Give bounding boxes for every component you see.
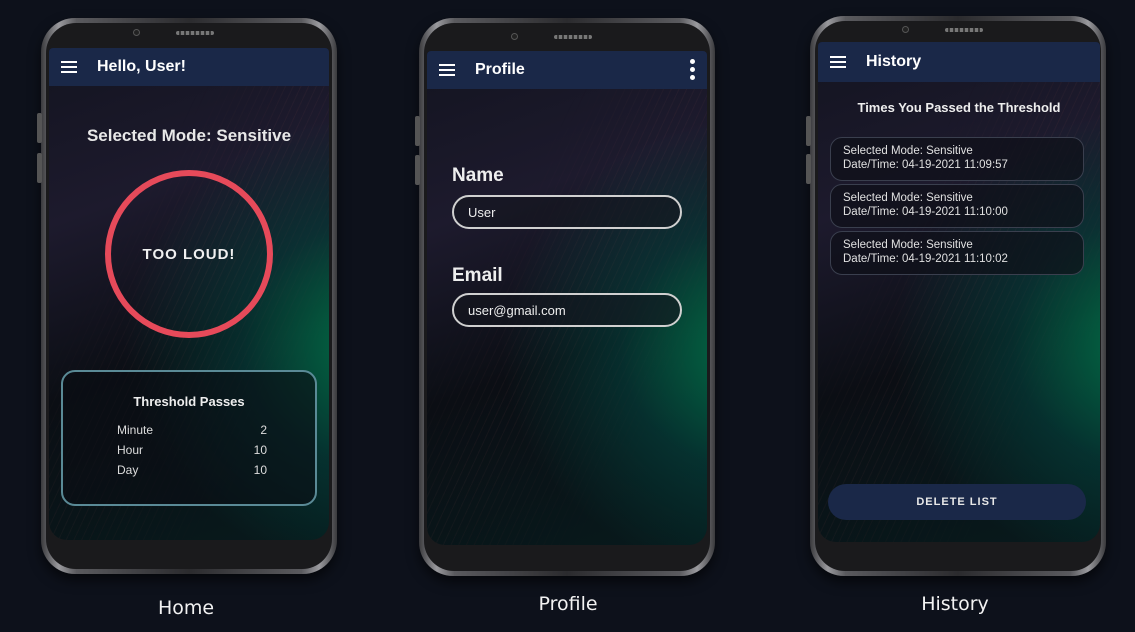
- stats-row: Day 10: [117, 463, 267, 483]
- name-label: Name: [452, 165, 504, 186]
- volume-button: [806, 116, 811, 146]
- history-screen: History Times You Passed the Threshold S…: [818, 42, 1100, 542]
- app-bar: Hello, User!: [49, 48, 329, 86]
- power-button: [37, 153, 42, 183]
- speaker: [176, 31, 214, 35]
- stats-row: Hour 10: [117, 443, 267, 463]
- camera: [133, 29, 140, 36]
- profile-screen: Profile Name User Email user@gmail.com: [427, 51, 707, 545]
- stats-value: 10: [253, 463, 267, 477]
- page-title: Hello, User!: [97, 58, 186, 75]
- history-datetime: Date/Time: 04-19-2021 11:09:57: [843, 159, 1008, 171]
- home-phone: Hello, User! Selected Mode: Sensitive TO…: [37, 18, 337, 574]
- list-item[interactable]: Selected Mode: Sensitive Date/Time: 04-1…: [830, 184, 1084, 228]
- stats-label: Minute: [117, 423, 154, 437]
- page-title: History: [866, 53, 922, 70]
- history-mode: Selected Mode: Sensitive: [843, 192, 973, 204]
- volume-button: [37, 113, 42, 143]
- history-caption: History: [921, 593, 989, 615]
- camera: [902, 26, 909, 33]
- stats-value: 10: [253, 443, 267, 457]
- stats-label: Hour: [117, 443, 144, 457]
- speaker: [945, 28, 983, 32]
- power-button: [415, 155, 420, 185]
- history-phone: History Times You Passed the Threshold S…: [806, 16, 1106, 576]
- delete-list-button[interactable]: DELETE LIST: [828, 484, 1086, 520]
- power-button: [806, 154, 811, 184]
- history-heading: Times You Passed the Threshold: [857, 100, 1061, 115]
- history-mode: Selected Mode: Sensitive: [843, 239, 973, 251]
- history-datetime: Date/Time: 04-19-2021 11:10:00: [843, 206, 1008, 218]
- home-caption: Home: [157, 597, 215, 619]
- selected-mode-text: Selected Mode: Sensitive: [86, 126, 292, 145]
- email-field[interactable]: user@gmail.com: [452, 293, 682, 327]
- volume-button: [415, 116, 420, 146]
- stats-row: Minute 2: [117, 423, 267, 443]
- list-item[interactable]: Selected Mode: Sensitive Date/Time: 04-1…: [830, 137, 1084, 181]
- list-item[interactable]: Selected Mode: Sensitive Date/Time: 04-1…: [830, 231, 1084, 275]
- sound-level-indicator: TOO LOUD!: [105, 170, 273, 338]
- profile-caption: Profile: [538, 593, 598, 615]
- email-label: Email: [452, 265, 503, 286]
- profile-phone: Profile Name User Email user@gmail.com: [415, 18, 715, 576]
- home-screen: Hello, User! Selected Mode: Sensitive TO…: [49, 48, 329, 540]
- page-title: Profile: [475, 61, 525, 78]
- history-mode: Selected Mode: Sensitive: [843, 145, 973, 157]
- stats-value: 2: [260, 423, 267, 437]
- app-bar: Profile: [427, 51, 707, 89]
- background-streaks: [818, 42, 1100, 542]
- alert-text: TOO LOUD!: [142, 245, 236, 263]
- app-bar: History: [818, 42, 1100, 82]
- camera: [511, 33, 518, 40]
- menu-icon[interactable]: [830, 56, 846, 68]
- stats-label: Day: [117, 463, 139, 477]
- name-field[interactable]: User: [452, 195, 682, 229]
- stats-title: Threshold Passes: [133, 394, 245, 409]
- menu-icon[interactable]: [439, 64, 455, 76]
- threshold-passes-card: Threshold Passes Minute 2 Hour 10 Day 10: [61, 370, 317, 506]
- menu-icon[interactable]: [61, 61, 77, 73]
- speaker: [554, 35, 592, 39]
- more-options-icon[interactable]: [690, 59, 695, 80]
- stats-table: Minute 2 Hour 10 Day 10: [117, 423, 267, 483]
- history-datetime: Date/Time: 04-19-2021 11:10:02: [843, 253, 1008, 265]
